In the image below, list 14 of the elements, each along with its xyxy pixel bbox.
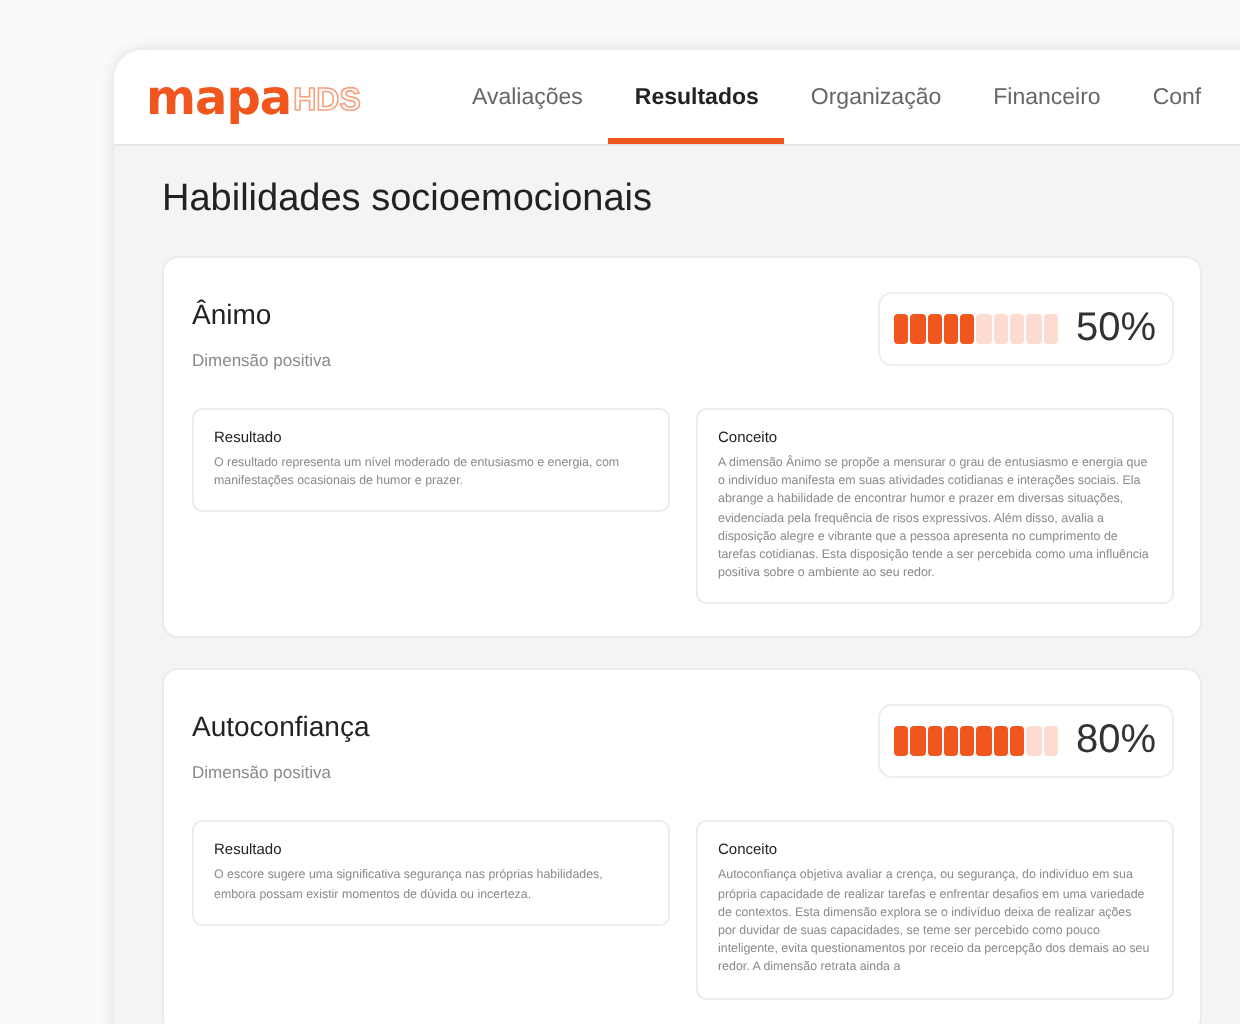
nav-tab[interactable]: Conf [1126,50,1228,144]
score-value: 50% [1075,306,1156,352]
dimension-subtitle: Dimensão positiva [192,350,331,370]
score-value: 80% [1075,718,1156,765]
dimension-name: Ânimo [192,298,274,330]
nav-tab[interactable]: Financeiro [967,50,1127,144]
logo-name: mapa [146,69,292,125]
dimension-name: Autoconfiança [192,710,370,743]
nav-tab[interactable]: Organização [784,50,968,144]
page-title: Habilidades socioemocionais [162,178,655,222]
dimension-subtitle: Dimensão positiva [192,762,333,783]
nav-tab[interactable]: Avaliações [446,50,609,144]
nav-tab[interactable]: Resultados [608,50,785,144]
logo-suffix: HDS [293,83,361,119]
